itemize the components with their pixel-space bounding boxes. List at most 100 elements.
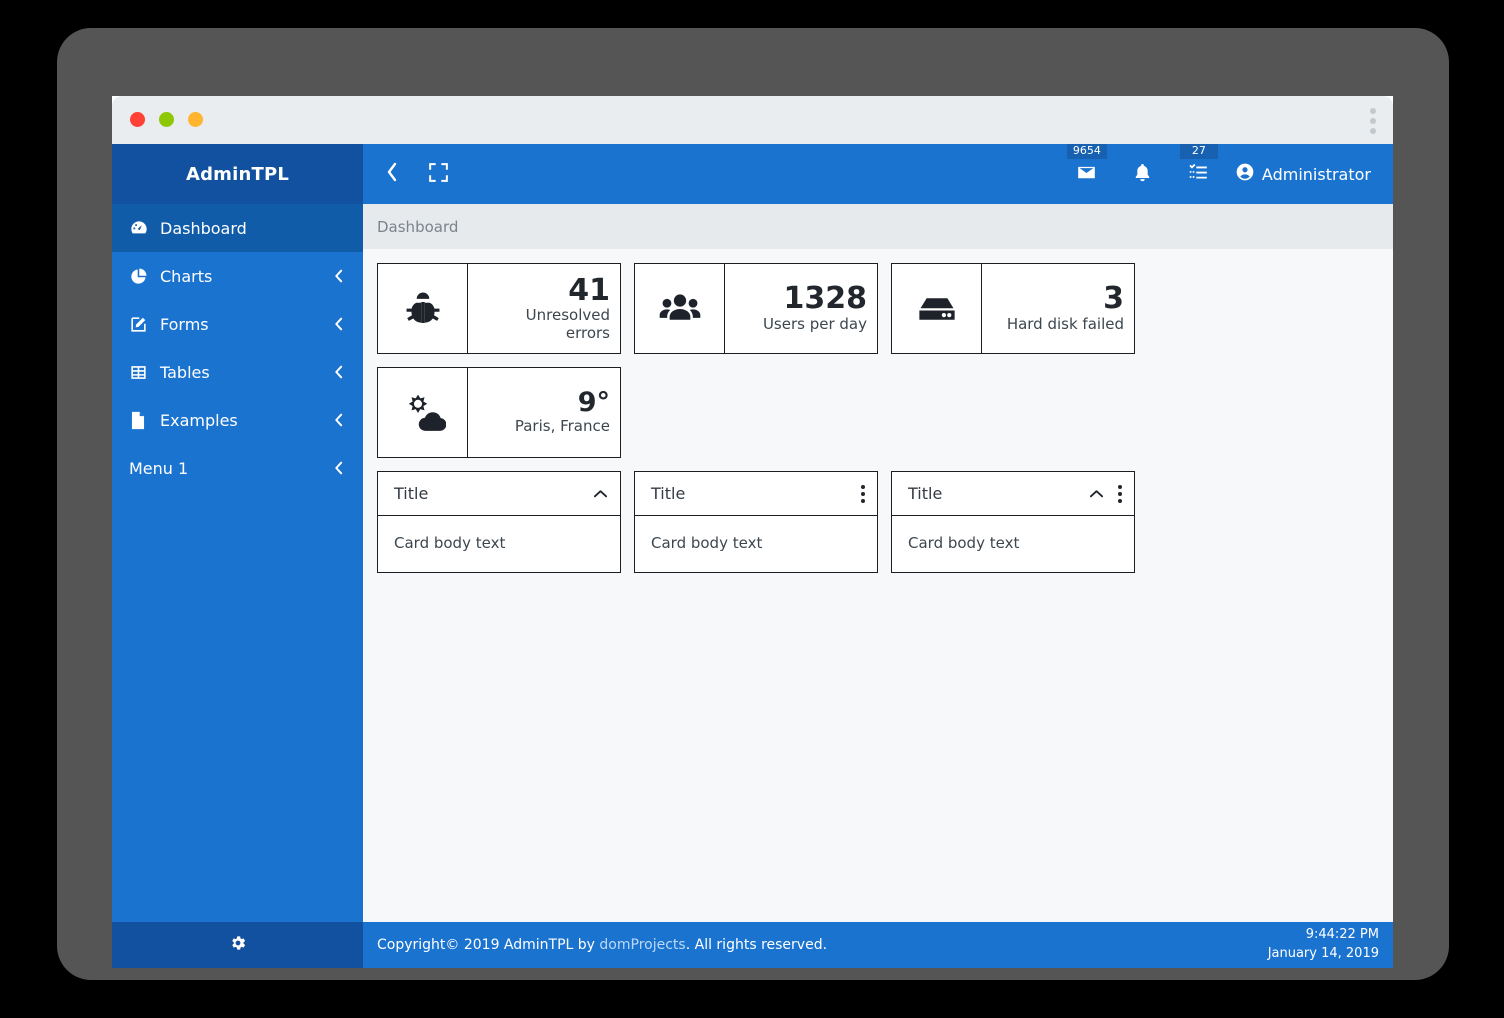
tasks-checklist-icon <box>1188 162 1209 187</box>
edit-form-icon <box>129 315 160 334</box>
footer-datetime: 9:44:22 PM January 14, 2019 <box>1268 926 1379 964</box>
card-title: Title <box>394 484 429 503</box>
stat-cards-row: 41 Unresolved errors 1328 Users per day … <box>377 263 1380 471</box>
fullscreen-expand-icon <box>429 162 448 186</box>
footer-date-value: January 14, 2019 <box>1267 946 1379 961</box>
sidebar-item-label: Menu 1 <box>129 458 189 478</box>
stat-label: Users per day <box>762 314 867 333</box>
chevron-left-icon <box>333 412 344 428</box>
copyright-suffix: . All rights reserved. <box>685 937 828 953</box>
stat-card-body: 9° Paris, France <box>468 368 620 457</box>
kebab-menu-icon[interactable] <box>1118 484 1122 503</box>
card-tools <box>861 484 865 503</box>
chevron-left-icon <box>385 161 399 187</box>
stat-card-body: 41 Unresolved errors <box>468 264 620 353</box>
stat-card-col: 41 Unresolved errors <box>377 263 634 367</box>
chevron-left-icon <box>333 316 344 332</box>
mail-envelope-icon <box>1076 162 1097 187</box>
brand-logo[interactable]: AdminTPL <box>112 144 363 204</box>
stat-label: Paris, France <box>514 417 610 436</box>
sidebar-settings-button[interactable] <box>112 922 363 968</box>
harddisk-icon <box>892 264 982 353</box>
footer-time-value: 9:44:22 PM <box>1305 927 1379 943</box>
sidebar-item-label: Dashboard <box>160 218 247 238</box>
kebab-menu-icon[interactable] <box>1370 108 1376 134</box>
title-cards-row: Title Card body text Title Card body tex… <box>377 471 1380 586</box>
stat-label: Hard disk failed <box>1006 314 1124 333</box>
dashboard-gauge-icon <box>129 218 160 238</box>
user-name-label: Administrator <box>1261 164 1371 184</box>
card-header: Title <box>635 472 877 516</box>
card-1: Title Card body text <box>377 471 621 573</box>
weather-partly-cloudy-icon <box>378 368 468 457</box>
gear-icon <box>229 934 247 956</box>
stat-card-col: 9° Paris, France <box>377 367 634 471</box>
breadcrumb: Dashboard <box>363 204 1393 249</box>
content-area: 41 Unresolved errors 1328 Users per day … <box>363 249 1393 922</box>
copyright-prefix: Copyright© 2019 AdminTPL by <box>377 937 600 953</box>
card-header: Title <box>892 472 1134 516</box>
sidebar-item-examples[interactable]: Examples <box>112 396 363 444</box>
stat-card-body: 3 Hard disk failed <box>982 264 1134 353</box>
topbar-right-controls: 9654 27 Administrator <box>1059 144 1379 204</box>
domprojects-link[interactable]: domProjects <box>599 937 685 953</box>
pie-chart-icon <box>129 267 160 286</box>
topbar-left-controls <box>385 161 448 187</box>
sidebar-collapse-button[interactable] <box>385 161 399 187</box>
sidebar-item-tables[interactable]: Tables <box>112 348 363 396</box>
card-header: Title <box>378 472 620 516</box>
stat-value: 9° <box>577 386 610 418</box>
tasks-button[interactable]: 27 <box>1171 144 1227 204</box>
stat-value: 1328 <box>783 281 868 317</box>
card-3: Title Card body text <box>891 471 1135 573</box>
card-tools <box>1089 484 1122 503</box>
stat-card-col: 1328 Users per day <box>634 263 891 367</box>
window-controls <box>130 112 203 127</box>
stat-card-users-per-day[interactable]: 1328 Users per day <box>634 263 878 354</box>
stat-card-col: 3 Hard disk failed <box>891 263 1148 367</box>
breadcrumb-item-dashboard[interactable]: Dashboard <box>377 218 458 236</box>
chevron-left-icon <box>333 460 344 476</box>
chevron-up-icon[interactable] <box>593 484 608 503</box>
stat-card-body: 1328 Users per day <box>725 264 877 353</box>
sidebar-item-forms[interactable]: Forms <box>112 300 363 348</box>
sidebar-item-menu-1[interactable]: Menu 1 <box>112 444 363 492</box>
sidebar: AdminTPL Dashboard Charts Forms Tables E… <box>112 144 363 968</box>
sidebar-item-label: Tables <box>160 362 210 382</box>
notifications-button[interactable] <box>1115 144 1171 204</box>
browser-window: AdminTPL Dashboard Charts Forms Tables E… <box>112 96 1393 968</box>
stat-card-weather[interactable]: 9° Paris, France <box>377 367 621 458</box>
app-footer: Copyright© 2019 AdminTPL by domProjects.… <box>363 922 1393 968</box>
card-title: Title <box>908 484 943 503</box>
user-menu-button[interactable]: Administrator <box>1227 162 1379 186</box>
sidebar-item-label: Charts <box>160 266 213 286</box>
title-card-col: Title Card body text <box>377 471 634 586</box>
sidebar-item-dashboard[interactable]: Dashboard <box>112 204 363 252</box>
file-document-icon <box>129 411 160 430</box>
user-account-icon <box>1235 162 1255 186</box>
title-card-col: Title Card body text <box>634 471 891 586</box>
tasks-badge: 27 <box>1179 144 1218 159</box>
device-frame: AdminTPL Dashboard Charts Forms Tables E… <box>57 28 1449 980</box>
messages-button[interactable]: 9654 <box>1059 144 1115 204</box>
sidebar-item-label: Forms <box>160 314 209 334</box>
chevron-left-icon <box>333 268 344 284</box>
maximize-window-button[interactable] <box>188 112 203 127</box>
kebab-menu-icon[interactable] <box>861 484 865 503</box>
card-tools <box>593 484 608 503</box>
close-window-button[interactable] <box>130 112 145 127</box>
card-body: Card body text <box>651 534 763 552</box>
card-body: Card body text <box>908 534 1020 552</box>
stat-card-unresolved-errors[interactable]: 41 Unresolved errors <box>377 263 621 354</box>
sidebar-nav: Dashboard Charts Forms Tables Examples M… <box>112 204 363 922</box>
stat-card-hard-disk-failed[interactable]: 3 Hard disk failed <box>891 263 1135 354</box>
sidebar-item-charts[interactable]: Charts <box>112 252 363 300</box>
chevron-left-icon <box>333 364 344 380</box>
users-icon <box>635 264 725 353</box>
minimize-window-button[interactable] <box>159 112 174 127</box>
chevron-up-icon[interactable] <box>1089 484 1104 503</box>
table-grid-icon <box>129 363 160 382</box>
fullscreen-button[interactable] <box>429 162 448 186</box>
browser-titlebar <box>112 96 1393 144</box>
messages-badge: 9654 <box>1066 144 1107 159</box>
